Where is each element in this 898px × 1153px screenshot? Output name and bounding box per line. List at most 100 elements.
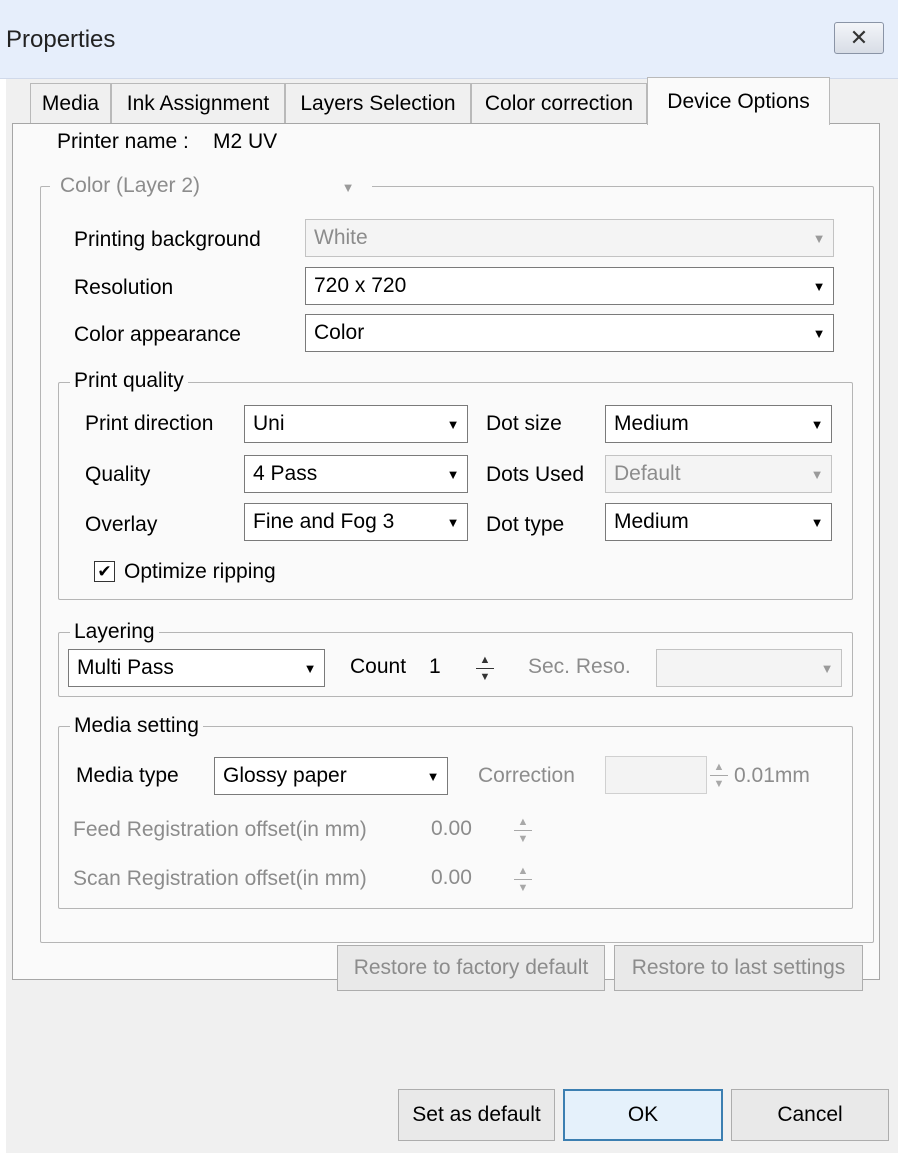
spin-up-icon: ▲ bbox=[517, 815, 529, 828]
dropdown-arrow-icon: ▼ bbox=[812, 325, 826, 341]
dot-size-value: Medium bbox=[614, 412, 689, 435]
dropdown-arrow-icon: ▼ bbox=[810, 514, 824, 530]
dot-type-value: Medium bbox=[614, 510, 689, 533]
layering-title: Layering bbox=[70, 620, 159, 644]
spin-down-icon: ▼ bbox=[517, 832, 529, 845]
media-type-dropdown[interactable]: Glossy paper ▼ bbox=[214, 757, 448, 795]
spin-down-icon: ▼ bbox=[479, 670, 491, 683]
spin-up-icon: ▲ bbox=[479, 653, 491, 666]
tab-label: Layers Selection bbox=[300, 91, 456, 115]
count-spinner[interactable]: ▲ ▼ bbox=[475, 651, 495, 685]
feed-registration-value: 0.00 bbox=[431, 817, 472, 840]
dropdown-arrow-icon: ▼ bbox=[303, 660, 317, 676]
dropdown-arrow-icon: ▼ bbox=[820, 660, 834, 676]
layer-select-dropdown[interactable]: Color (Layer 2) ▼ bbox=[50, 168, 372, 206]
dropdown-arrow-icon: ▼ bbox=[446, 514, 460, 530]
dropdown-arrow-icon: ▼ bbox=[810, 416, 824, 432]
correction-unit: 0.01mm bbox=[734, 764, 810, 787]
dot-type-dropdown[interactable]: Medium ▼ bbox=[605, 503, 832, 541]
dot-size-label: Dot size bbox=[486, 412, 562, 435]
feed-registration-input[interactable]: 0.00 bbox=[427, 811, 507, 849]
resolution-dropdown[interactable]: 720 x 720 ▼ bbox=[305, 267, 834, 305]
ok-button[interactable]: OK bbox=[563, 1089, 723, 1141]
restore-last-settings-button[interactable]: Restore to last settings bbox=[614, 945, 863, 991]
dropdown-arrow-icon: ▼ bbox=[341, 179, 355, 195]
media-type-label: Media type bbox=[76, 764, 179, 787]
set-as-default-button[interactable]: Set as default bbox=[398, 1089, 555, 1141]
resolution-value: 720 x 720 bbox=[314, 274, 407, 297]
cancel-button[interactable]: Cancel bbox=[731, 1089, 889, 1141]
dropdown-arrow-icon: ▼ bbox=[446, 466, 460, 482]
color-appearance-label: Color appearance bbox=[74, 323, 241, 346]
dots-used-label: Dots Used bbox=[486, 463, 585, 486]
tab-label: Device Options bbox=[667, 89, 810, 113]
tab-color-correction[interactable]: Color correction bbox=[471, 83, 647, 123]
dropdown-arrow-icon: ▼ bbox=[426, 768, 440, 784]
tab-label: Ink Assignment bbox=[126, 91, 270, 115]
tab-layers-selection[interactable]: Layers Selection bbox=[285, 83, 471, 123]
scan-registration-label: Scan Registration offset(in mm) bbox=[73, 867, 367, 890]
color-appearance-value: Color bbox=[314, 321, 365, 344]
window-title: Properties bbox=[6, 26, 116, 53]
dot-type-label: Dot type bbox=[486, 513, 565, 536]
title-bar[interactable]: Properties ✕ bbox=[0, 0, 898, 79]
feed-registration-spinner[interactable]: ▲ ▼ bbox=[513, 813, 533, 847]
printing-background-label: Printing background bbox=[74, 228, 261, 251]
sec-reso-dropdown[interactable]: ▼ bbox=[656, 649, 842, 687]
optimize-ripping-label: Optimize ripping bbox=[124, 560, 276, 583]
dropdown-arrow-icon: ▼ bbox=[812, 230, 826, 246]
quality-dropdown[interactable]: 4 Pass ▼ bbox=[244, 455, 468, 493]
dots-used-dropdown[interactable]: Default ▼ bbox=[605, 455, 832, 493]
dots-used-value: Default bbox=[614, 462, 681, 485]
scan-registration-spinner[interactable]: ▲ ▼ bbox=[513, 862, 533, 896]
layering-mode-dropdown[interactable]: Multi Pass ▼ bbox=[68, 649, 325, 687]
checkmark-icon: ✔ bbox=[97, 562, 112, 581]
printing-background-dropdown[interactable]: White ▼ bbox=[305, 219, 834, 257]
scan-registration-value: 0.00 bbox=[431, 866, 472, 889]
sec-reso-label: Sec. Reso. bbox=[528, 655, 631, 678]
print-direction-dropdown[interactable]: Uni ▼ bbox=[244, 405, 468, 443]
spin-up-icon: ▲ bbox=[713, 760, 725, 773]
print-direction-label: Print direction bbox=[85, 412, 214, 435]
tab-ink-assignment[interactable]: Ink Assignment bbox=[111, 83, 285, 123]
spin-down-icon: ▼ bbox=[517, 881, 529, 894]
overlay-label: Overlay bbox=[85, 513, 158, 536]
properties-window: Properties ✕ Media Ink Assignment Layers… bbox=[0, 0, 898, 1153]
correction-input[interactable] bbox=[605, 756, 707, 794]
dot-size-dropdown[interactable]: Medium ▼ bbox=[605, 405, 832, 443]
media-setting-title: Media setting bbox=[70, 714, 203, 738]
close-icon: ✕ bbox=[849, 25, 869, 50]
overlay-dropdown[interactable]: Fine and Fog 3 ▼ bbox=[244, 503, 468, 541]
dropdown-arrow-icon: ▼ bbox=[810, 466, 824, 482]
print-quality-title: Print quality bbox=[70, 369, 188, 393]
color-appearance-dropdown[interactable]: Color ▼ bbox=[305, 314, 834, 352]
resolution-label: Resolution bbox=[74, 276, 174, 299]
tab-label: Color correction bbox=[484, 91, 634, 115]
printer-name-label: Printer name : bbox=[57, 130, 189, 153]
dropdown-arrow-icon: ▼ bbox=[446, 416, 460, 432]
count-input[interactable]: 1 bbox=[423, 649, 471, 687]
count-label: Count bbox=[350, 655, 407, 678]
quality-value: 4 Pass bbox=[253, 462, 318, 485]
quality-label: Quality bbox=[85, 463, 151, 486]
media-type-value: Glossy paper bbox=[223, 764, 347, 787]
optimize-ripping-checkbox[interactable]: ✔ bbox=[94, 561, 115, 582]
spin-down-icon: ▼ bbox=[713, 777, 725, 790]
tab-media[interactable]: Media bbox=[30, 83, 111, 123]
layer-select-value: Color (Layer 2) bbox=[60, 174, 201, 197]
dropdown-arrow-icon: ▼ bbox=[812, 278, 826, 294]
scan-registration-input[interactable]: 0.00 bbox=[427, 860, 507, 898]
restore-factory-default-button[interactable]: Restore to factory default bbox=[337, 945, 605, 991]
overlay-value: Fine and Fog 3 bbox=[253, 510, 395, 533]
correction-label: Correction bbox=[478, 764, 575, 787]
spin-up-icon: ▲ bbox=[517, 864, 529, 877]
layering-mode-value: Multi Pass bbox=[77, 656, 174, 679]
close-button[interactable]: ✕ bbox=[834, 22, 884, 54]
count-value: 1 bbox=[429, 655, 441, 678]
tab-device-options[interactable]: Device Options bbox=[647, 77, 830, 125]
tab-label: Media bbox=[41, 91, 100, 115]
print-direction-value: Uni bbox=[253, 412, 285, 435]
printer-name-value: M2 UV bbox=[213, 130, 278, 153]
correction-spinner[interactable]: ▲ ▼ bbox=[709, 758, 729, 792]
printing-background-value: White bbox=[314, 226, 368, 249]
